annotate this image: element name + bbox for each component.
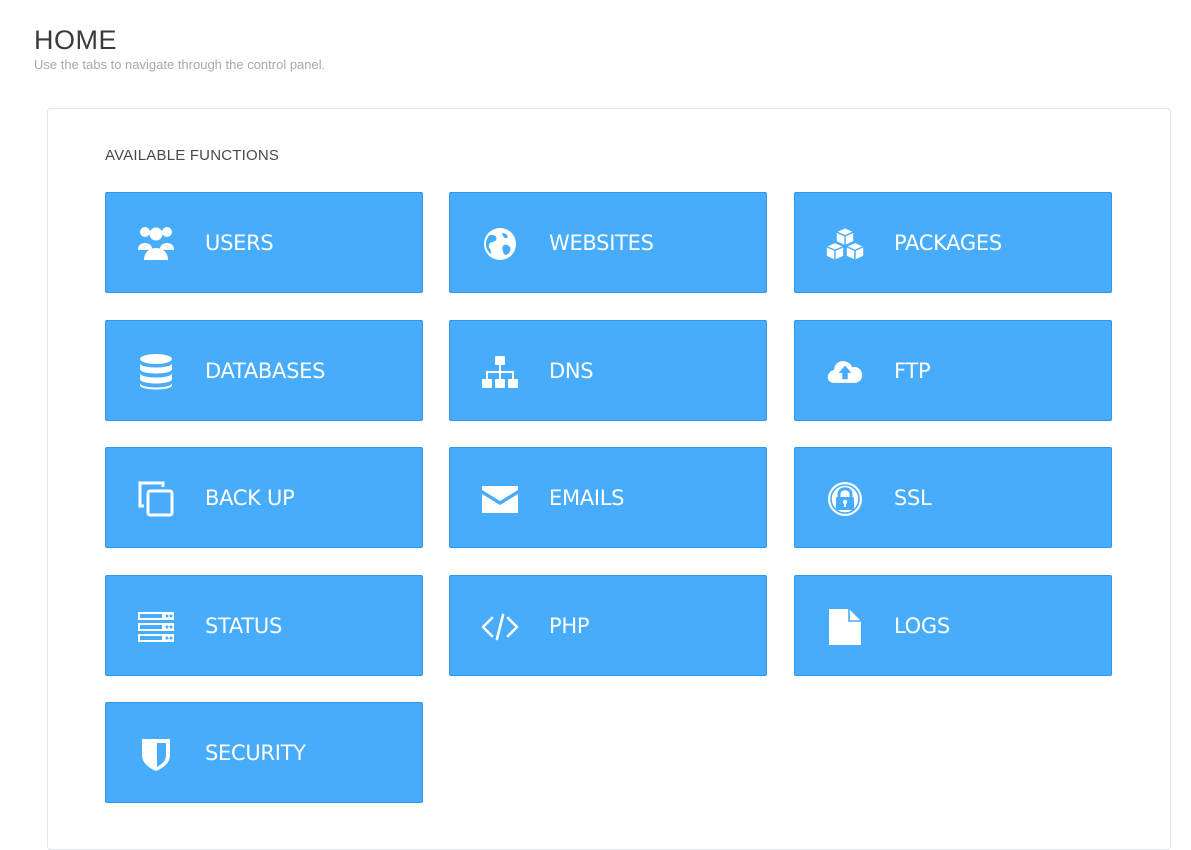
tile-label: FTP [894, 359, 931, 383]
emails-tile[interactable]: EMAILS [449, 447, 767, 548]
tile-label: SECURITY [205, 741, 306, 765]
tile-label: PHP [549, 614, 590, 638]
cubes-icon [825, 225, 865, 263]
tile-label: SSL [894, 486, 932, 510]
functions-panel: AVAILABLE FUNCTIONS USERS WEBSITES PACKA… [47, 108, 1171, 850]
tile-label: USERS [205, 231, 274, 255]
users-icon [136, 225, 176, 263]
ftp-tile[interactable]: FTP [794, 320, 1112, 421]
php-tile[interactable]: PHP [449, 575, 767, 676]
page-header: HOME Use the tabs to navigate through th… [34, 24, 325, 72]
tile-label: STATUS [205, 614, 282, 638]
database-icon [136, 353, 176, 391]
code-icon [480, 608, 520, 646]
back-up-tile[interactable]: BACK UP [105, 447, 423, 548]
sitemap-icon [480, 353, 520, 391]
copy-icon [136, 480, 176, 518]
logs-tile[interactable]: LOGS [794, 575, 1112, 676]
section-title: AVAILABLE FUNCTIONS [105, 147, 280, 164]
shield-icon [136, 735, 176, 773]
tile-label: EMAILS [549, 486, 625, 510]
file-icon [825, 608, 865, 646]
tile-label: DATABASES [205, 359, 326, 383]
websites-tile[interactable]: WEBSITES [449, 192, 767, 293]
envelope-icon [480, 480, 520, 518]
packages-tile[interactable]: PACKAGES [794, 192, 1112, 293]
dns-tile[interactable]: DNS [449, 320, 767, 421]
tile-label: WEBSITES [549, 231, 654, 255]
globe-icon [480, 225, 520, 263]
ssl-tile[interactable]: SSL [794, 447, 1112, 548]
cloud-upload-icon [825, 353, 865, 391]
lock-icon [825, 480, 865, 518]
status-tile[interactable]: STATUS [105, 575, 423, 676]
databases-tile[interactable]: DATABASES [105, 320, 423, 421]
tile-label: DNS [549, 359, 594, 383]
tile-label: LOGS [894, 614, 950, 638]
page-subtitle: Use the tabs to navigate through the con… [34, 57, 326, 72]
tile-label: BACK UP [205, 486, 295, 510]
server-icon [136, 608, 176, 646]
security-tile[interactable]: SECURITY [105, 702, 423, 803]
users-tile[interactable]: USERS [105, 192, 423, 293]
tile-label: PACKAGES [894, 231, 1002, 255]
page-title: HOME [34, 25, 117, 55]
